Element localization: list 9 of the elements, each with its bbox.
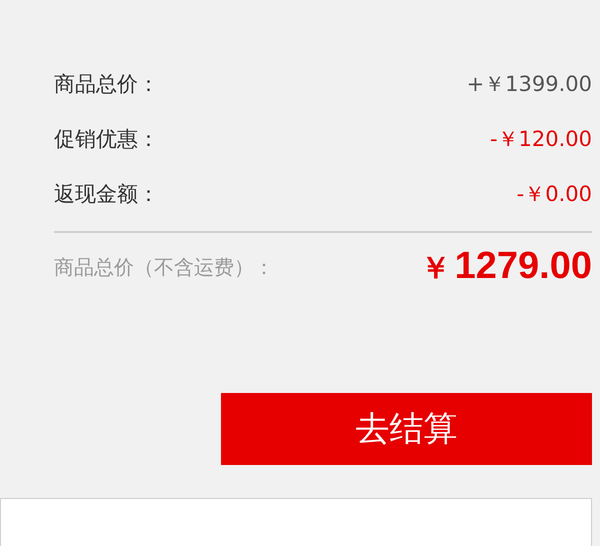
summary-label: 返现金额： (54, 180, 159, 208)
total-amount: ￥1279.00 (420, 245, 592, 289)
summary-value: -￥120.00 (490, 126, 592, 152)
summary-label: 商品总价： (54, 70, 159, 98)
summary-value: +￥1399.00 (466, 70, 592, 98)
total-label: 商品总价（不含运费）： (54, 254, 274, 280)
checkout-button[interactable]: 去结算 (221, 393, 592, 465)
summary-label: 促销优惠： (54, 126, 159, 152)
summary-value: -￥0.00 (516, 180, 592, 208)
